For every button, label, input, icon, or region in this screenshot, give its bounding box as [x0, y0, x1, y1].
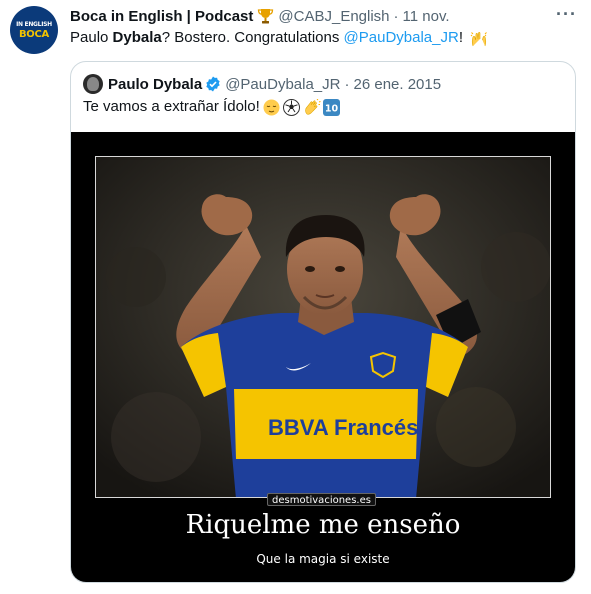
soccer-ball-icon: [282, 98, 300, 116]
tweet-date[interactable]: 11 nov.: [403, 8, 450, 25]
tweet-text-part2: ? Bostero. Congratulations: [161, 29, 344, 46]
quoted-author-name[interactable]: Paulo Dybala: [108, 76, 202, 93]
media-sub-caption: Que la magia si existe: [256, 552, 390, 566]
author-handle[interactable]: @CABJ_English: [278, 8, 389, 25]
tweet-text-part1: Paulo: [70, 29, 113, 46]
author-name[interactable]: Boca in English | Podcast: [70, 8, 253, 25]
keycap-ten-icon: 10: [322, 98, 340, 116]
tweet-text-bold: Dybala: [112, 29, 162, 46]
quoted-header-separator: ·: [344, 75, 350, 93]
clapping-hands-icon: [303, 98, 321, 116]
quoted-tweet-date[interactable]: 26 ene. 2015: [354, 76, 442, 93]
trophy-icon: [257, 8, 274, 24]
quoted-tweet-text: Te vamos a extrañar Ídolo! 10: [83, 96, 340, 118]
media-caption: Riquelme me enseño: [185, 510, 461, 540]
tweet-text: Paulo Dybala? Bostero. Congratulations @…: [70, 28, 488, 48]
jersey-sponsor: BBVA Francés: [268, 415, 418, 440]
quoted-author-avatar[interactable]: [83, 74, 103, 94]
quoted-author-handle[interactable]: @PauDybala_JR: [225, 76, 340, 93]
relieved-face-icon: [263, 99, 280, 116]
watermark-label: desmotivaciones.es: [267, 493, 376, 506]
more-options-icon[interactable]: ···: [556, 5, 577, 23]
tweet-header: Boca in English | Podcast @CABJ_English …: [70, 5, 577, 26]
quoted-media-image[interactable]: BBVA Francés desmotivaciones.es Riquelme…: [71, 132, 575, 582]
verified-badge-icon: [205, 76, 221, 92]
avatar-main-text: BOCA: [18, 29, 49, 40]
riquelme-photo: BBVA Francés: [95, 156, 551, 498]
header-separator: ·: [393, 7, 399, 25]
quoted-text-body: Te vamos a extrañar Ídolo!: [83, 98, 260, 115]
keycap-ten-label: 10: [325, 103, 339, 114]
mention-link[interactable]: @PauDybala_JR: [344, 29, 459, 46]
author-avatar[interactable]: IN ENGLISH BOCA: [10, 6, 58, 54]
quoted-tweet-header: Paulo Dybala @PauDybala_JR · 26 ene. 201…: [108, 74, 441, 94]
quoted-tweet-card[interactable]: Paulo Dybala @PauDybala_JR · 26 ene. 201…: [70, 61, 576, 583]
tweet-text-part3: !: [458, 29, 468, 46]
raising-hands-icon: [470, 30, 488, 47]
